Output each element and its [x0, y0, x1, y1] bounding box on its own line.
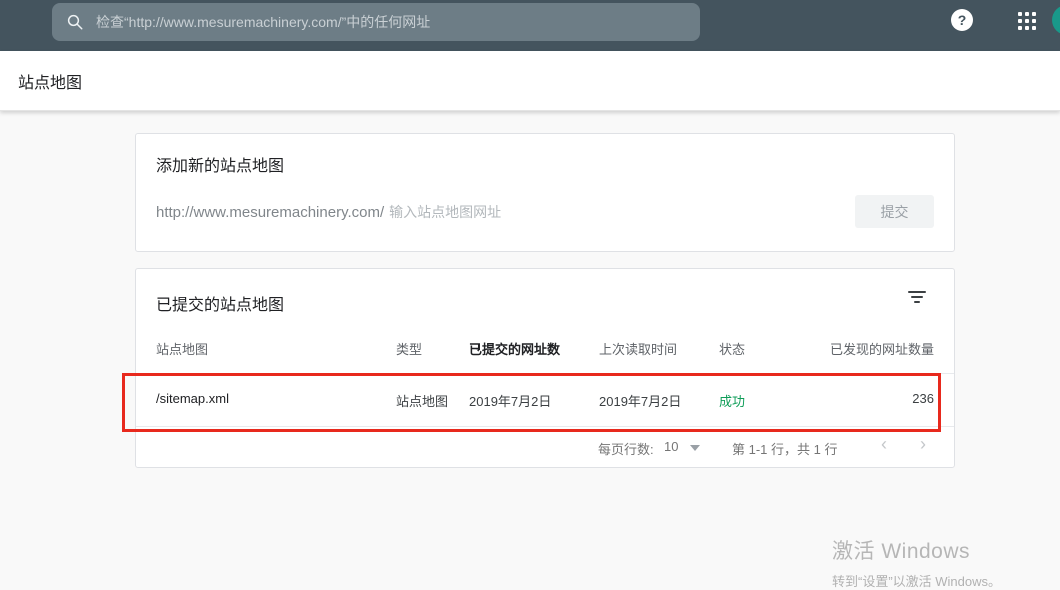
top-app-bar: ?	[0, 0, 1060, 51]
cell-discovered-count: 236	[912, 391, 934, 406]
status-badge: 成功	[719, 391, 745, 410]
page-title-bar: 站点地图	[0, 51, 1060, 111]
cell-type: 站点地图	[396, 391, 448, 410]
filter-icon	[908, 291, 926, 306]
cell-submitted: 2019年7月2日	[469, 391, 551, 410]
url-inspection-input[interactable]	[96, 14, 700, 30]
help-icon[interactable]: ?	[951, 9, 973, 31]
column-header-discovered[interactable]: 已发现的网址数量	[830, 339, 934, 358]
pagination-range-label: 第 1-1 行，共 1 行	[732, 439, 837, 458]
table-header-row: 站点地图 类型 已提交的网址数↓ 上次读取时间 状态 已发现的网址数量	[136, 339, 954, 361]
column-header-type[interactable]: 类型	[396, 339, 422, 358]
rows-per-page-value: 10	[664, 439, 678, 454]
apps-grid-button[interactable]	[1018, 10, 1040, 32]
submitted-sitemaps-card: 已提交的站点地图 站点地图 类型 已提交的网址数↓ 上次读取时间 状态 已发现的…	[135, 268, 955, 468]
filter-button[interactable]	[904, 287, 930, 313]
rows-per-page-label: 每页行数:	[598, 439, 654, 458]
sitemap-url-prefix: http://www.mesuremachinery.com/	[156, 204, 384, 221]
submitted-sitemaps-card-title: 已提交的站点地图	[156, 291, 284, 315]
column-header-sitemap[interactable]: 站点地图	[156, 339, 208, 358]
page-title: 站点地图	[18, 69, 82, 93]
pagination-bar: 每页行数: 10 第 1-1 行，共 1 行 ‹ ›	[136, 426, 954, 468]
next-page-button[interactable]: ›	[920, 437, 926, 451]
add-sitemap-card: 添加新的站点地图 http://www.mesuremachinery.com/…	[135, 133, 955, 252]
watermark-line1: 激活 Windows	[832, 535, 1001, 565]
chevron-down-icon	[690, 445, 700, 451]
url-inspection-search[interactable]	[52, 3, 700, 41]
watermark-line2: 转到“设置”以激活 Windows。	[832, 571, 1001, 590]
windows-activation-watermark: 激活 Windows 转到“设置”以激活 Windows。	[832, 535, 1001, 590]
table-row[interactable]: /sitemap.xml 站点地图 2019年7月2日 2019年7月2日 成功…	[136, 374, 954, 426]
cell-last-read: 2019年7月2日	[599, 391, 681, 410]
sort-desc-icon: ↓	[475, 339, 482, 354]
submit-button[interactable]: 提交	[855, 195, 934, 228]
column-header-last-read[interactable]: 上次读取时间	[599, 339, 677, 358]
sitemap-url-row: http://www.mesuremachinery.com/	[156, 200, 719, 224]
sitemap-url-input[interactable]	[389, 204, 719, 220]
rows-per-page-select[interactable]: 10	[664, 439, 700, 454]
column-header-status[interactable]: 状态	[719, 339, 745, 358]
add-sitemap-card-title: 添加新的站点地图	[156, 152, 284, 176]
cell-sitemap: /sitemap.xml	[156, 391, 229, 406]
search-icon	[66, 13, 84, 31]
apps-grid-icon	[1018, 12, 1040, 30]
avatar[interactable]	[1052, 5, 1060, 35]
previous-page-button[interactable]: ‹	[881, 437, 887, 451]
